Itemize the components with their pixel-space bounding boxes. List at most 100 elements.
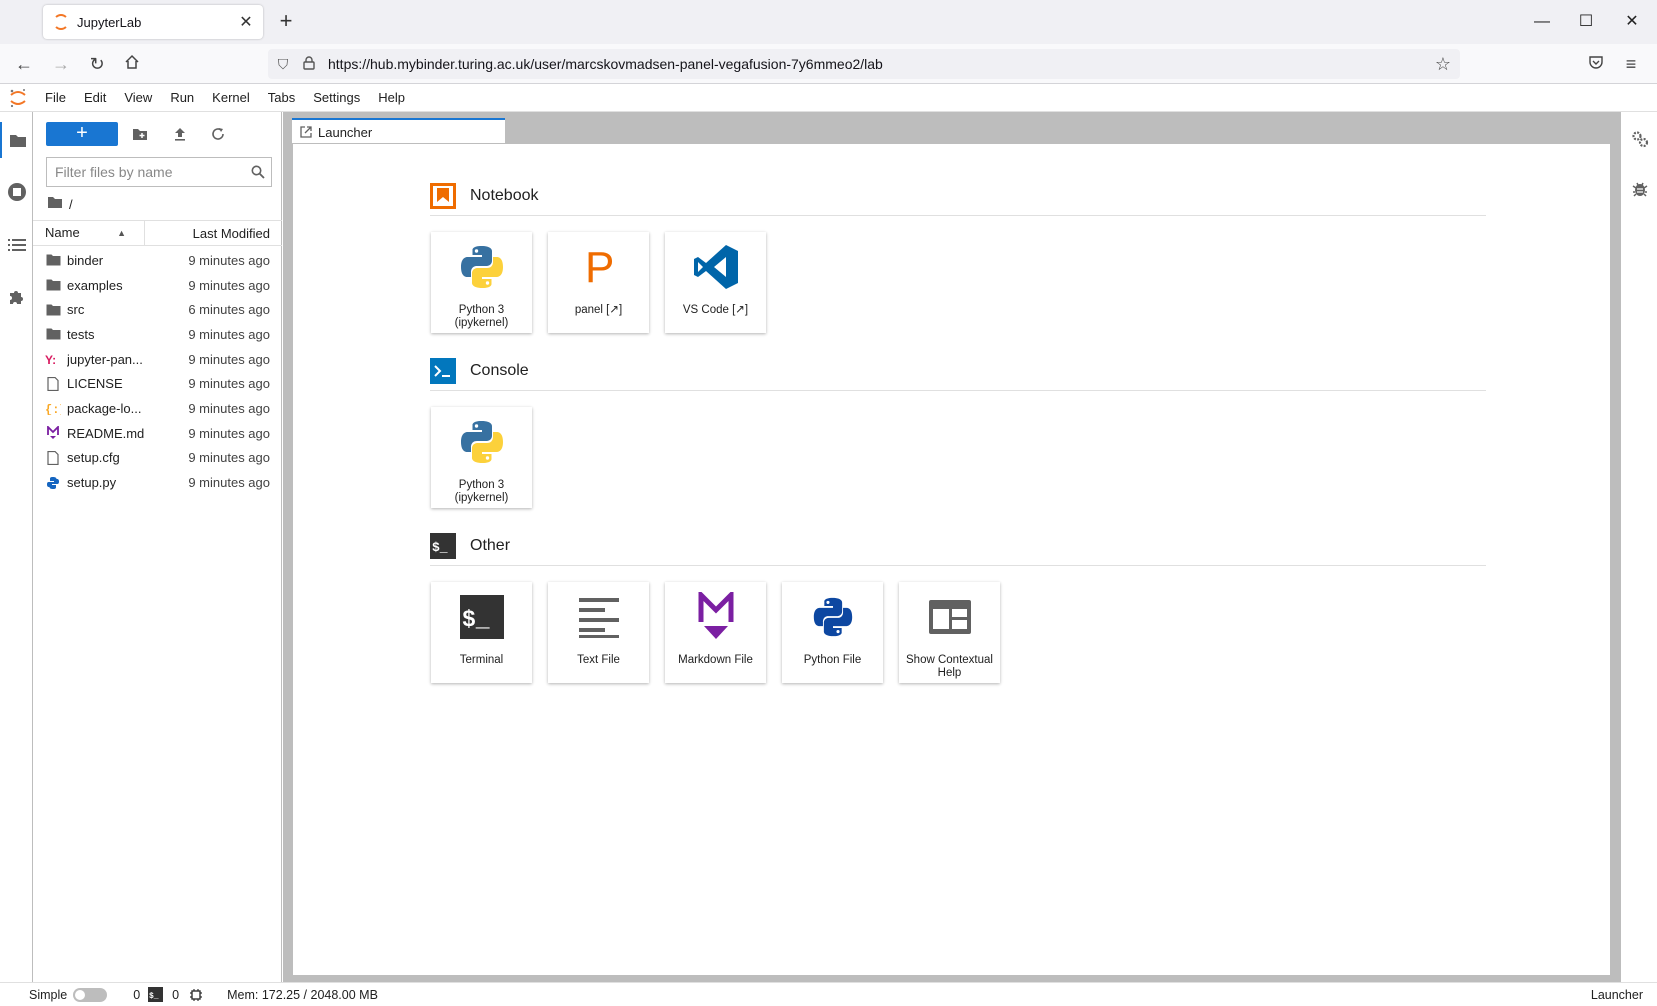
generic-file-icon — [33, 376, 67, 391]
file-modified: 6 minutes ago — [188, 302, 270, 318]
generic-file-icon — [33, 450, 67, 465]
breadcrumb-root[interactable]: / — [69, 197, 73, 212]
file-row-binder[interactable]: binder 9 minutes ago — [33, 248, 282, 273]
python-file-icon — [806, 590, 860, 644]
card-python-file[interactable]: Python File — [782, 582, 883, 683]
left-activity-bar — [0, 112, 33, 982]
card-python3-notebook[interactable]: Python 3 (ipykernel) — [431, 232, 532, 333]
file-row-tests[interactable]: tests 9 minutes ago — [33, 322, 282, 347]
bookmark-star-icon[interactable]: ☆ — [1426, 54, 1460, 75]
file-row-jupyter-panel-yaml[interactable]: Y: jupyter-pan... 9 minutes ago — [33, 347, 282, 372]
close-tab-icon[interactable]: ✕ — [237, 12, 255, 32]
file-modified: 9 minutes ago — [188, 475, 270, 491]
name-column-header[interactable]: Name ▲ — [33, 221, 145, 245]
notebook-icon — [430, 182, 456, 209]
refresh-icon[interactable] — [205, 122, 231, 146]
table-of-contents-icon[interactable] — [0, 227, 33, 263]
file-row-examples[interactable]: examples 9 minutes ago — [33, 273, 282, 298]
tracking-shield-icon[interactable]: ⛉ — [268, 56, 298, 73]
file-name: LICENSE — [67, 376, 123, 392]
card-text-file[interactable]: Text File — [548, 582, 649, 683]
browser-tab-strip: JupyterLab ✕ + — ☐ ✕ — [0, 0, 1657, 44]
menu-view[interactable]: View — [115, 84, 161, 112]
new-tab-button[interactable]: + — [274, 10, 298, 34]
file-name: setup.cfg — [67, 450, 120, 466]
terminals-count[interactable]: 0 — [172, 988, 179, 1002]
card-label: Python File — [803, 654, 862, 666]
card-show-contextual-help[interactable]: Show Contextual Help — [899, 582, 1000, 683]
forward-icon[interactable]: → — [47, 50, 75, 78]
card-terminal[interactable]: $_ Terminal — [431, 582, 532, 683]
file-modified: 9 minutes ago — [188, 277, 270, 293]
file-row-src[interactable]: src 6 minutes ago — [33, 297, 282, 322]
menu-settings[interactable]: Settings — [304, 84, 369, 112]
maximize-window-button[interactable]: ☐ — [1571, 8, 1601, 36]
simple-mode-toggle[interactable] — [73, 987, 108, 1002]
menu-run[interactable]: Run — [161, 84, 203, 112]
card-python3-console[interactable]: Python 3 (ipykernel) — [431, 407, 532, 508]
file-row-setup-py[interactable]: setup.py 9 minutes ago — [33, 470, 282, 495]
debugger-bug-icon[interactable] — [1621, 172, 1657, 206]
upload-icon[interactable] — [167, 122, 193, 146]
menu-kernel[interactable]: Kernel — [203, 84, 259, 112]
filter-files-input[interactable] — [47, 164, 245, 180]
card-label: Text File — [577, 654, 620, 666]
file-browser-folder-icon[interactable] — [0, 122, 33, 158]
file-name: tests — [67, 326, 95, 342]
card-label: Python 3 (ipykernel) — [454, 479, 509, 504]
filter-files-field[interactable] — [46, 157, 272, 187]
file-name: setup.py — [67, 475, 117, 491]
card-label: Terminal — [459, 654, 504, 666]
home-icon[interactable] — [118, 50, 146, 78]
file-name: jupyter-pan... — [67, 351, 143, 367]
home-folder-icon[interactable] — [47, 196, 63, 212]
property-inspector-gears-icon[interactable] — [1621, 122, 1657, 156]
minimize-window-button[interactable]: — — [1527, 8, 1557, 36]
file-name: README.md — [67, 425, 145, 441]
main-tab-bar: Launcher — [283, 112, 1620, 144]
launcher-tab-icon — [300, 126, 312, 138]
markdown-icon — [689, 590, 743, 644]
launcher-panel: Notebook Python 3 (ipykernel) P panel [↗… — [292, 143, 1611, 976]
new-folder-icon[interactable] — [127, 122, 153, 146]
card-panel[interactable]: P panel [↗] — [548, 232, 649, 333]
kernels-count[interactable]: 0 — [133, 988, 140, 1002]
file-modified: 9 minutes ago — [188, 351, 270, 367]
file-row-package-lock[interactable]: {:} package-lo... 9 minutes ago — [33, 396, 282, 421]
card-label: VS Code [↗] — [682, 304, 749, 316]
menu-edit[interactable]: Edit — [75, 84, 115, 112]
section-header: Notebook — [430, 180, 1486, 216]
close-window-button[interactable]: ✕ — [1617, 8, 1647, 36]
yaml-file-icon: Y: — [33, 353, 67, 365]
folder-icon — [33, 279, 67, 291]
console-icon — [430, 357, 456, 384]
running-sessions-icon[interactable] — [0, 174, 33, 210]
terminal-status-icon: $_ — [148, 987, 164, 1002]
svg-text:$_: $_ — [432, 540, 448, 555]
menu-help[interactable]: Help — [369, 84, 414, 112]
pocket-icon[interactable] — [1582, 50, 1610, 78]
url-bar[interactable]: ⛉ https://hub.mybinder.turing.ac.uk/user… — [268, 49, 1460, 79]
new-launcher-button[interactable]: + — [46, 122, 118, 146]
back-icon[interactable]: ← — [10, 50, 38, 78]
app-menu-icon[interactable]: ≡ — [1617, 50, 1645, 78]
section-title: Other — [470, 536, 511, 554]
browser-tab[interactable]: JupyterLab ✕ — [43, 5, 263, 39]
file-row-setup-cfg[interactable]: setup.cfg 9 minutes ago — [33, 446, 282, 471]
menu-file[interactable]: File — [36, 84, 75, 112]
name-column-label: Name — [45, 225, 80, 240]
file-row-license[interactable]: LICENSE 9 minutes ago — [33, 371, 282, 396]
card-markdown-file[interactable]: Markdown File — [665, 582, 766, 683]
folder-icon — [33, 254, 67, 266]
last-modified-column-header[interactable]: Last Modified — [145, 226, 282, 241]
tab-launcher[interactable]: Launcher — [292, 118, 505, 144]
lock-icon[interactable] — [298, 55, 320, 73]
python-logo-icon — [455, 240, 509, 294]
extension-manager-icon[interactable] — [0, 279, 33, 315]
card-vscode[interactable]: VS Code [↗] — [665, 232, 766, 333]
menu-tabs[interactable]: Tabs — [259, 84, 304, 112]
kernel-cpu-icon — [189, 988, 203, 1002]
file-row-readme[interactable]: README.md 9 minutes ago — [33, 421, 282, 446]
url-text[interactable]: https://hub.mybinder.turing.ac.uk/user/m… — [320, 56, 1426, 72]
reload-icon[interactable]: ↻ — [83, 50, 111, 78]
